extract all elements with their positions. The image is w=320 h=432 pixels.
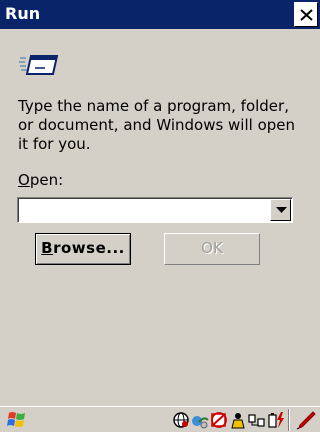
taskbar xyxy=(0,406,320,432)
window-title: Run xyxy=(5,4,41,23)
title-bar: Run xyxy=(0,0,320,29)
ok-button[interactable]: OK xyxy=(164,233,260,265)
chevron-down-icon xyxy=(276,207,287,213)
open-combobox[interactable] xyxy=(17,197,293,223)
close-button[interactable] xyxy=(294,2,318,27)
browse-mnemonic: B xyxy=(41,239,54,257)
open-label-mnemonic: O xyxy=(18,171,30,189)
pc-link-icon[interactable] xyxy=(248,410,266,430)
battery-charge-icon[interactable] xyxy=(267,410,285,430)
open-input[interactable] xyxy=(20,200,265,220)
close-icon xyxy=(300,9,313,21)
windows-logo-icon[interactable] xyxy=(6,410,28,430)
user-icon[interactable] xyxy=(229,410,247,430)
browse-button[interactable]: Browse... xyxy=(35,233,131,265)
run-icon xyxy=(19,55,59,75)
open-dropdown-button[interactable] xyxy=(270,199,291,221)
run-description: Type the name of a program, folder, or d… xyxy=(18,97,296,153)
network-globe-icon[interactable] xyxy=(172,410,190,430)
pen-icon[interactable] xyxy=(296,410,316,430)
browse-label: rowse... xyxy=(53,239,125,257)
no-signal-icon[interactable] xyxy=(210,410,228,430)
taskbar-separator xyxy=(288,409,290,431)
connection-icon[interactable] xyxy=(191,410,209,430)
open-label: Open: xyxy=(18,171,63,190)
open-label-text: pen: xyxy=(29,171,64,189)
